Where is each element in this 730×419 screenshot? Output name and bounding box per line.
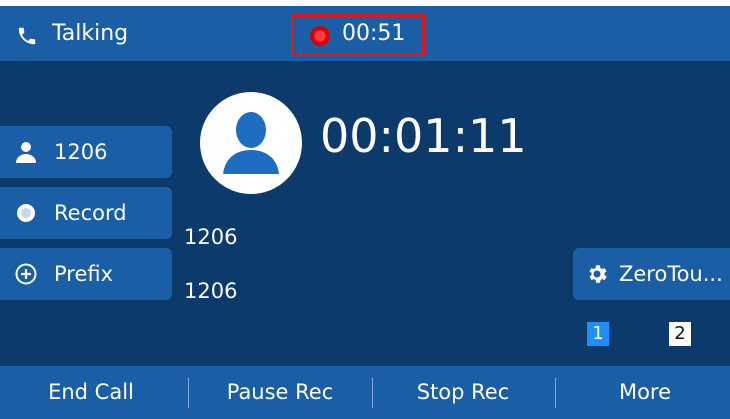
plus-circle-icon — [15, 263, 37, 285]
caller-avatar-icon — [200, 92, 302, 194]
status-bar: Talking 00:51 — [0, 6, 730, 61]
stop-rec-softkey[interactable]: Stop Rec — [375, 366, 551, 419]
line-key-label: 1206 — [54, 140, 108, 164]
softkey-bar: End Call Pause Rec Stop Rec More — [0, 366, 730, 419]
recording-indicator: 00:51 — [291, 14, 425, 56]
softkey-divider — [188, 378, 189, 408]
call-state-label: Talking — [52, 21, 129, 46]
call-duration: 00:01:11 — [320, 109, 527, 163]
page-indicator-next[interactable]: 2 — [669, 322, 691, 346]
end-call-softkey[interactable]: End Call — [0, 366, 182, 419]
softkey-divider — [555, 378, 556, 408]
record-radio-icon — [17, 204, 35, 222]
phone-screen: Talking 00:51 1206 Record Prefix 00:01:1… — [0, 0, 730, 419]
recording-dot-icon — [310, 26, 330, 46]
contact-person-icon — [16, 142, 36, 163]
softkey-divider — [372, 378, 373, 408]
caller-name: 1206 — [184, 225, 238, 249]
avatar-person-shape — [223, 112, 279, 174]
phone-handset-icon — [18, 27, 36, 45]
prefix-key-label: Prefix — [54, 262, 114, 286]
pause-rec-softkey[interactable]: Pause Rec — [192, 366, 368, 419]
zerotouch-key[interactable]: ZeroTou... — [573, 248, 730, 300]
zerotouch-key-label: ZeroTou... — [619, 262, 723, 286]
caller-number: 1206 — [184, 279, 238, 303]
line-key-1206[interactable]: 1206 — [0, 126, 172, 178]
prefix-key[interactable]: Prefix — [0, 248, 172, 300]
record-key[interactable]: Record — [0, 187, 172, 239]
recording-time: 00:51 — [342, 21, 406, 46]
more-softkey[interactable]: More — [560, 366, 730, 419]
page-indicator-current[interactable]: 1 — [587, 322, 609, 346]
record-key-label: Record — [54, 201, 127, 225]
gear-icon — [589, 265, 607, 283]
